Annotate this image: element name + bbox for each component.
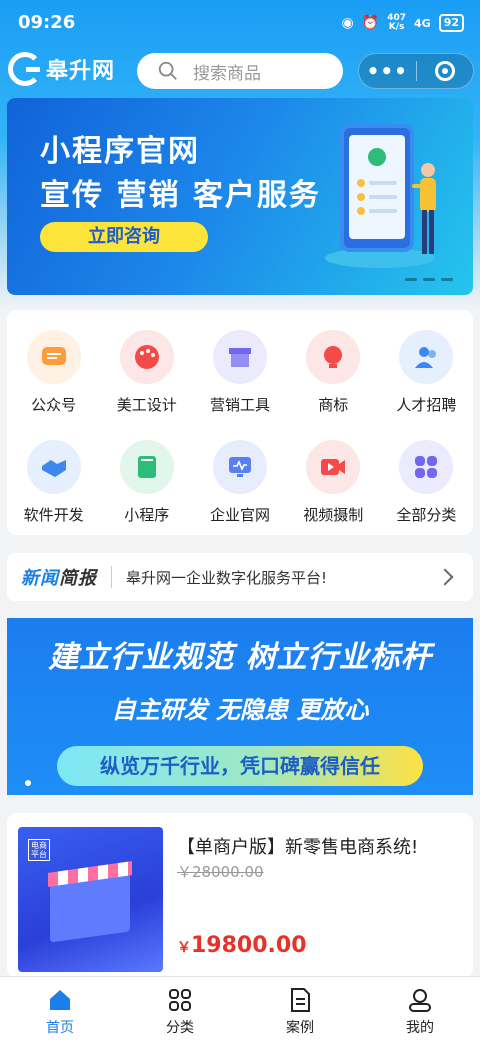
category-grid: 公众号 美工设计 营销工具 商标 人才招聘软件开发 小程序 企业官网 视频摄制 全部分类 bbox=[7, 310, 473, 535]
tab-label: 案例 bbox=[286, 1020, 314, 1036]
category-label: 视频摄制 bbox=[303, 505, 364, 524]
product-image-badge: 电商平台 bbox=[28, 839, 50, 861]
category-label: 小程序 bbox=[124, 505, 170, 524]
phone-screen-illustration bbox=[349, 135, 405, 239]
search-icon bbox=[158, 61, 177, 80]
grid-icon bbox=[399, 439, 454, 494]
price-value: 19800.00 bbox=[191, 933, 307, 958]
category-label: 企业官网 bbox=[209, 505, 270, 524]
category-item[interactable]: 软件开发 bbox=[7, 439, 100, 536]
category-label: 软件开发 bbox=[23, 505, 84, 524]
search-placeholder: 搜索商品 bbox=[193, 63, 261, 84]
banner-mid-headline: 建立行业规范 树立行业标杆 bbox=[48, 640, 432, 675]
category-item[interactable]: 小程序 bbox=[100, 439, 193, 536]
category-item[interactable]: 美工设计 bbox=[100, 330, 193, 426]
product-original-price: ￥28000.00 bbox=[177, 863, 264, 881]
person-illustration bbox=[412, 163, 436, 254]
news-divider bbox=[111, 566, 112, 588]
video-icon bbox=[306, 439, 361, 494]
category-item[interactable]: 商标 bbox=[287, 330, 380, 426]
document-icon bbox=[287, 987, 313, 1013]
news-tag-part1: 新闻 bbox=[21, 568, 59, 589]
banner-title: 小程序官网 bbox=[40, 134, 200, 169]
tab-home[interactable]: 首页 bbox=[0, 977, 120, 1040]
promo-banner-mid[interactable]: 建立行业规范 树立行业标杆 自主研发 无隐患 更放心 纵览万千行业，凭口碑赢得信… bbox=[7, 618, 473, 795]
status-icons: ◉ ⏰ 407 K/s 4G 92 bbox=[342, 14, 464, 32]
tab-document[interactable]: 案例 bbox=[240, 977, 360, 1040]
product-image[interactable]: 电商平台 bbox=[18, 827, 163, 972]
palette-icon bbox=[119, 330, 174, 384]
status-bar: 09:26 ◉ ⏰ 407 K/s 4G 92 bbox=[0, 0, 480, 44]
news-tag-part2: 简报 bbox=[59, 568, 97, 589]
people-icon bbox=[399, 330, 454, 384]
tab-category[interactable]: 分类 bbox=[120, 977, 240, 1040]
handshake-icon bbox=[26, 439, 81, 494]
eye-icon: ◉ bbox=[341, 15, 354, 31]
store-icon bbox=[212, 330, 267, 384]
battery-indicator: 92 bbox=[438, 14, 464, 32]
news-tag: 新闻简报 bbox=[21, 564, 97, 590]
banner-indicator bbox=[405, 278, 453, 281]
logo-g-icon bbox=[8, 52, 42, 86]
monitor-icon bbox=[212, 439, 267, 494]
banner-subtitle: 宣传 营销 客户服务 bbox=[40, 178, 321, 213]
miniprogram-icon bbox=[357, 148, 397, 215]
banner-mid-indicator bbox=[25, 780, 31, 786]
category-item[interactable]: 营销工具 bbox=[193, 330, 286, 426]
signal-icon: 4G bbox=[414, 16, 431, 30]
category-label: 公众号 bbox=[31, 396, 77, 414]
category-label: 人才招聘 bbox=[396, 396, 457, 414]
category-label: 美工设计 bbox=[116, 396, 177, 414]
category-label: 全部分类 bbox=[396, 505, 457, 524]
more-menu-icon[interactable]: ••• bbox=[359, 61, 416, 81]
category-item[interactable]: 企业官网 bbox=[193, 439, 286, 536]
category-item[interactable]: 人才招聘 bbox=[380, 330, 473, 426]
wechat-official-icon bbox=[26, 330, 81, 384]
bulb-icon bbox=[306, 330, 361, 384]
site-logo[interactable]: 皋升网 bbox=[8, 52, 115, 86]
banner-mid-subtitle: 自主研发 无隐患 更放心 bbox=[111, 696, 369, 724]
category-label: 营销工具 bbox=[209, 396, 270, 414]
category-icon bbox=[167, 987, 193, 1013]
tab-label: 首页 bbox=[46, 1020, 74, 1036]
promo-banner-top[interactable]: 小程序官网 宣传 营销 客户服务 立即咨询 bbox=[7, 98, 473, 295]
close-miniprogram-button[interactable] bbox=[416, 61, 473, 81]
bottom-tab-bar: 首页 分类 案例 我的 bbox=[0, 976, 480, 1040]
product-price: ￥19800.00 bbox=[177, 933, 307, 958]
net-speed-unit: K/s bbox=[388, 22, 405, 32]
category-label: 商标 bbox=[318, 396, 349, 414]
logo-text: 皋升网 bbox=[46, 59, 116, 84]
consult-now-button[interactable]: 立即咨询 bbox=[40, 222, 208, 252]
tab-label: 我的 bbox=[406, 1020, 434, 1036]
tab-user[interactable]: 我的 bbox=[360, 977, 480, 1040]
category-item[interactable]: 全部分类 bbox=[380, 439, 473, 536]
category-item[interactable]: 视频摄制 bbox=[287, 439, 380, 536]
miniprogram-capsule: ••• bbox=[358, 53, 474, 89]
news-ticker[interactable]: 新闻简报 皋升网一企业数字化服务平台! bbox=[7, 553, 473, 601]
target-icon bbox=[434, 61, 455, 81]
chevron-right-icon[interactable] bbox=[436, 568, 454, 586]
news-headline[interactable]: 皋升网一企业数字化服务平台! bbox=[126, 567, 439, 588]
alarm-icon: ⏰ bbox=[361, 15, 380, 31]
product-card[interactable]: 电商平台 【单商户版】新零售电商系统! ￥28000.00 ￥19800.00 bbox=[7, 813, 473, 978]
price-currency: ￥ bbox=[177, 940, 191, 956]
book-icon bbox=[119, 439, 174, 494]
product-title[interactable]: 【单商户版】新零售电商系统! bbox=[177, 833, 418, 859]
home-icon bbox=[47, 987, 73, 1013]
banner-mid-pill: 纵览万千行业，凭口碑赢得信任 bbox=[57, 746, 423, 786]
tab-label: 分类 bbox=[166, 1020, 194, 1036]
user-icon bbox=[407, 987, 433, 1013]
status-time: 09:26 bbox=[18, 12, 76, 33]
category-item[interactable]: 公众号 bbox=[7, 330, 100, 426]
net-speed: 407 K/s bbox=[387, 14, 406, 32]
search-input[interactable]: 搜索商品 bbox=[137, 53, 343, 89]
